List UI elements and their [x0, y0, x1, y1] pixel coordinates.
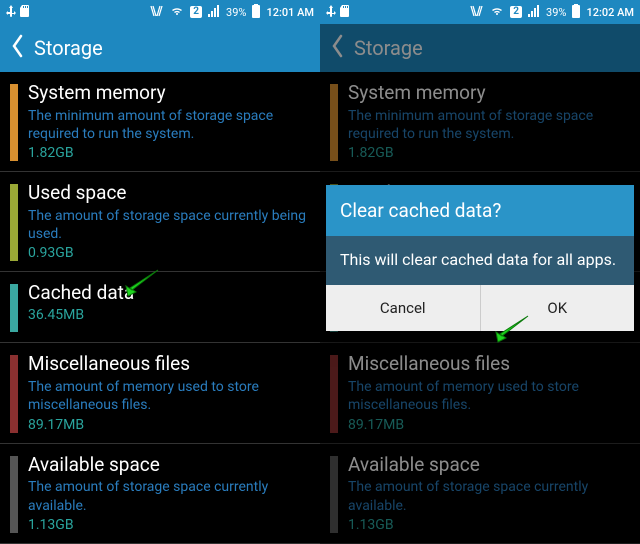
item-size: 36.45MB — [28, 307, 308, 323]
sd-icon — [20, 5, 30, 20]
sd-icon — [340, 5, 350, 20]
annotation-arrow — [118, 266, 160, 298]
item-cached-data[interactable]: Cached data 36.45MB — [0, 272, 320, 343]
sim-badge: 2 — [190, 6, 202, 18]
status-bar: 2 39% 12:02 AM — [320, 0, 640, 24]
page-title: Storage — [354, 36, 423, 60]
item-title: System memory — [348, 82, 628, 105]
item-size: 1.82GB — [28, 145, 308, 161]
item-size: 0.93GB — [28, 245, 308, 261]
item-title: Used space — [28, 182, 308, 205]
item-size: 1.13GB — [348, 517, 628, 533]
clock-text: 12:02 AM — [586, 6, 634, 19]
item-desc: The minimum amount of storage space requ… — [28, 107, 308, 143]
usb-icon — [6, 5, 16, 20]
swatch — [10, 184, 18, 261]
usb-icon — [326, 5, 336, 20]
back-button[interactable] — [330, 34, 344, 63]
item-desc: The amount of memory used to store misce… — [348, 378, 628, 414]
item-title: Available space — [348, 454, 628, 477]
dialog-title: Clear cached data? — [326, 185, 634, 236]
item-desc: The amount of storage space currently be… — [28, 207, 308, 243]
item-title: Miscellaneous files — [28, 353, 308, 376]
item-misc-files: Miscellaneous files The amount of memory… — [320, 343, 640, 443]
storage-list: System memory The minimum amount of stor… — [0, 72, 320, 544]
swatch — [330, 355, 338, 432]
item-title: Miscellaneous files — [348, 353, 628, 376]
item-size: 89.17MB — [28, 417, 308, 433]
app-header: Storage — [0, 24, 320, 72]
item-size: 89.17MB — [348, 417, 628, 433]
item-system-memory: System memory The minimum amount of stor… — [320, 72, 640, 172]
battery-text: 39% — [226, 6, 246, 19]
item-system-memory[interactable]: System memory The minimum amount of stor… — [0, 72, 320, 172]
swatch — [10, 355, 18, 432]
item-title: Available space — [28, 454, 308, 477]
item-misc-files[interactable]: Miscellaneous files The amount of memory… — [0, 343, 320, 443]
item-desc: The amount of storage space currently av… — [28, 478, 308, 514]
item-desc: The amount of storage space currently av… — [348, 478, 628, 514]
item-desc: The minimum amount of storage space requ… — [348, 107, 628, 143]
swatch — [10, 456, 18, 533]
signal-icon — [208, 5, 220, 20]
battery-icon — [572, 4, 580, 21]
battery-text: 39% — [546, 6, 566, 19]
item-available-space: Available space The amount of storage sp… — [320, 444, 640, 544]
phone-left: 2 39% 12:01 AM Storage System memory The… — [0, 0, 320, 533]
item-size: 1.82GB — [348, 145, 628, 161]
item-available-space[interactable]: Available space The amount of storage sp… — [0, 444, 320, 544]
annotation-arrow — [488, 312, 530, 344]
status-bar: 2 39% 12:01 AM — [0, 0, 320, 24]
back-button[interactable] — [10, 34, 24, 63]
app-header: Storage — [320, 24, 640, 72]
swatch — [330, 456, 338, 533]
item-size: 1.13GB — [28, 517, 308, 533]
swatch — [330, 84, 338, 161]
swatch — [10, 84, 18, 161]
clock-text: 12:01 AM — [266, 6, 314, 19]
dialog-body: This will clear cached data for all apps… — [326, 236, 634, 285]
item-title: Cached data — [28, 282, 308, 305]
clear-cache-dialog: Clear cached data? This will clear cache… — [326, 185, 634, 331]
battery-icon — [252, 4, 260, 21]
item-title: System memory — [28, 82, 308, 105]
cancel-button[interactable]: Cancel — [326, 285, 480, 331]
dialog-actions: Cancel OK — [326, 285, 634, 331]
wifi-icon — [490, 5, 504, 20]
signal-icon — [528, 5, 540, 20]
swatch — [10, 284, 18, 332]
nfc-icon — [470, 5, 484, 20]
item-desc: The amount of memory used to store misce… — [28, 378, 308, 414]
item-used-space[interactable]: Used space The amount of storage space c… — [0, 172, 320, 272]
nfc-icon — [150, 5, 164, 20]
page-title: Storage — [34, 36, 103, 60]
wifi-icon — [170, 5, 184, 20]
phone-right: 2 39% 12:02 AM Storage System memory The… — [320, 0, 640, 533]
sim-badge: 2 — [510, 6, 522, 18]
